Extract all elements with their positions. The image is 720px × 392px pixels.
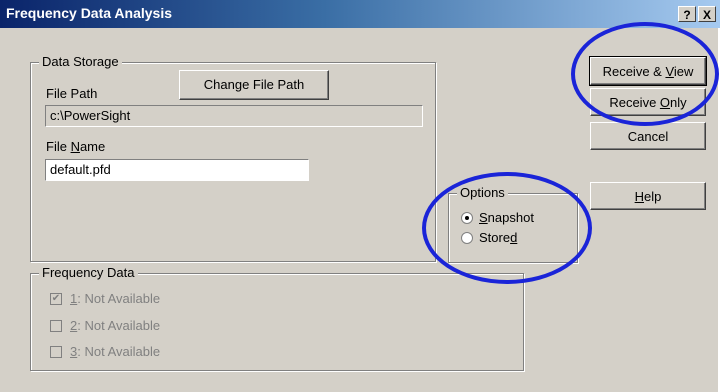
checkbox-icon: [50, 345, 62, 358]
frequency-data-legend: Frequency Data: [39, 265, 138, 280]
receive-view-button[interactable]: Receive & View: [589, 56, 707, 86]
help-button[interactable]: Help: [590, 182, 706, 210]
dialog-window: Frequency Data Analysis ? X Data Storage…: [0, 0, 720, 392]
stored-label: Stored: [479, 230, 518, 245]
options-group: Options: [448, 185, 578, 263]
file-name-label: File Name: [46, 139, 106, 154]
file-path-label: File Path: [46, 86, 98, 101]
snapshot-radio[interactable]: Snapshot: [461, 210, 534, 225]
snapshot-radio-dot: [461, 211, 473, 224]
change-file-path-button[interactable]: Change File Path: [179, 70, 329, 100]
receive-only-button[interactable]: Receive Only: [590, 88, 706, 116]
frequency-item-3: 3: Not Available: [50, 344, 160, 359]
frequency-item-label: 1: Not Available: [70, 291, 161, 306]
data-storage-legend: Data Storage: [39, 54, 122, 69]
file-name-input[interactable]: default.pfd: [45, 159, 309, 181]
close-button[interactable]: X: [698, 6, 716, 22]
options-legend: Options: [457, 185, 508, 200]
checkbox-icon: [50, 319, 62, 332]
file-path-field: c:\PowerSight: [45, 105, 423, 127]
frequency-item-1: ✔ 1: Not Available: [50, 291, 160, 306]
snapshot-label: Snapshot: [479, 210, 534, 225]
context-help-button[interactable]: ?: [678, 6, 696, 22]
frequency-item-label: 2: Not Available: [70, 318, 161, 333]
frequency-item-2: 2: Not Available: [50, 318, 160, 333]
cancel-button[interactable]: Cancel: [590, 122, 706, 150]
stored-radio[interactable]: Stored: [461, 230, 517, 245]
frequency-item-label: 3: Not Available: [70, 344, 161, 359]
stored-radio-dot: [461, 231, 473, 244]
title-bar[interactable]: Frequency Data Analysis ? X: [0, 0, 720, 28]
checkbox-icon: ✔: [50, 292, 62, 305]
window-title: Frequency Data Analysis: [6, 5, 172, 21]
